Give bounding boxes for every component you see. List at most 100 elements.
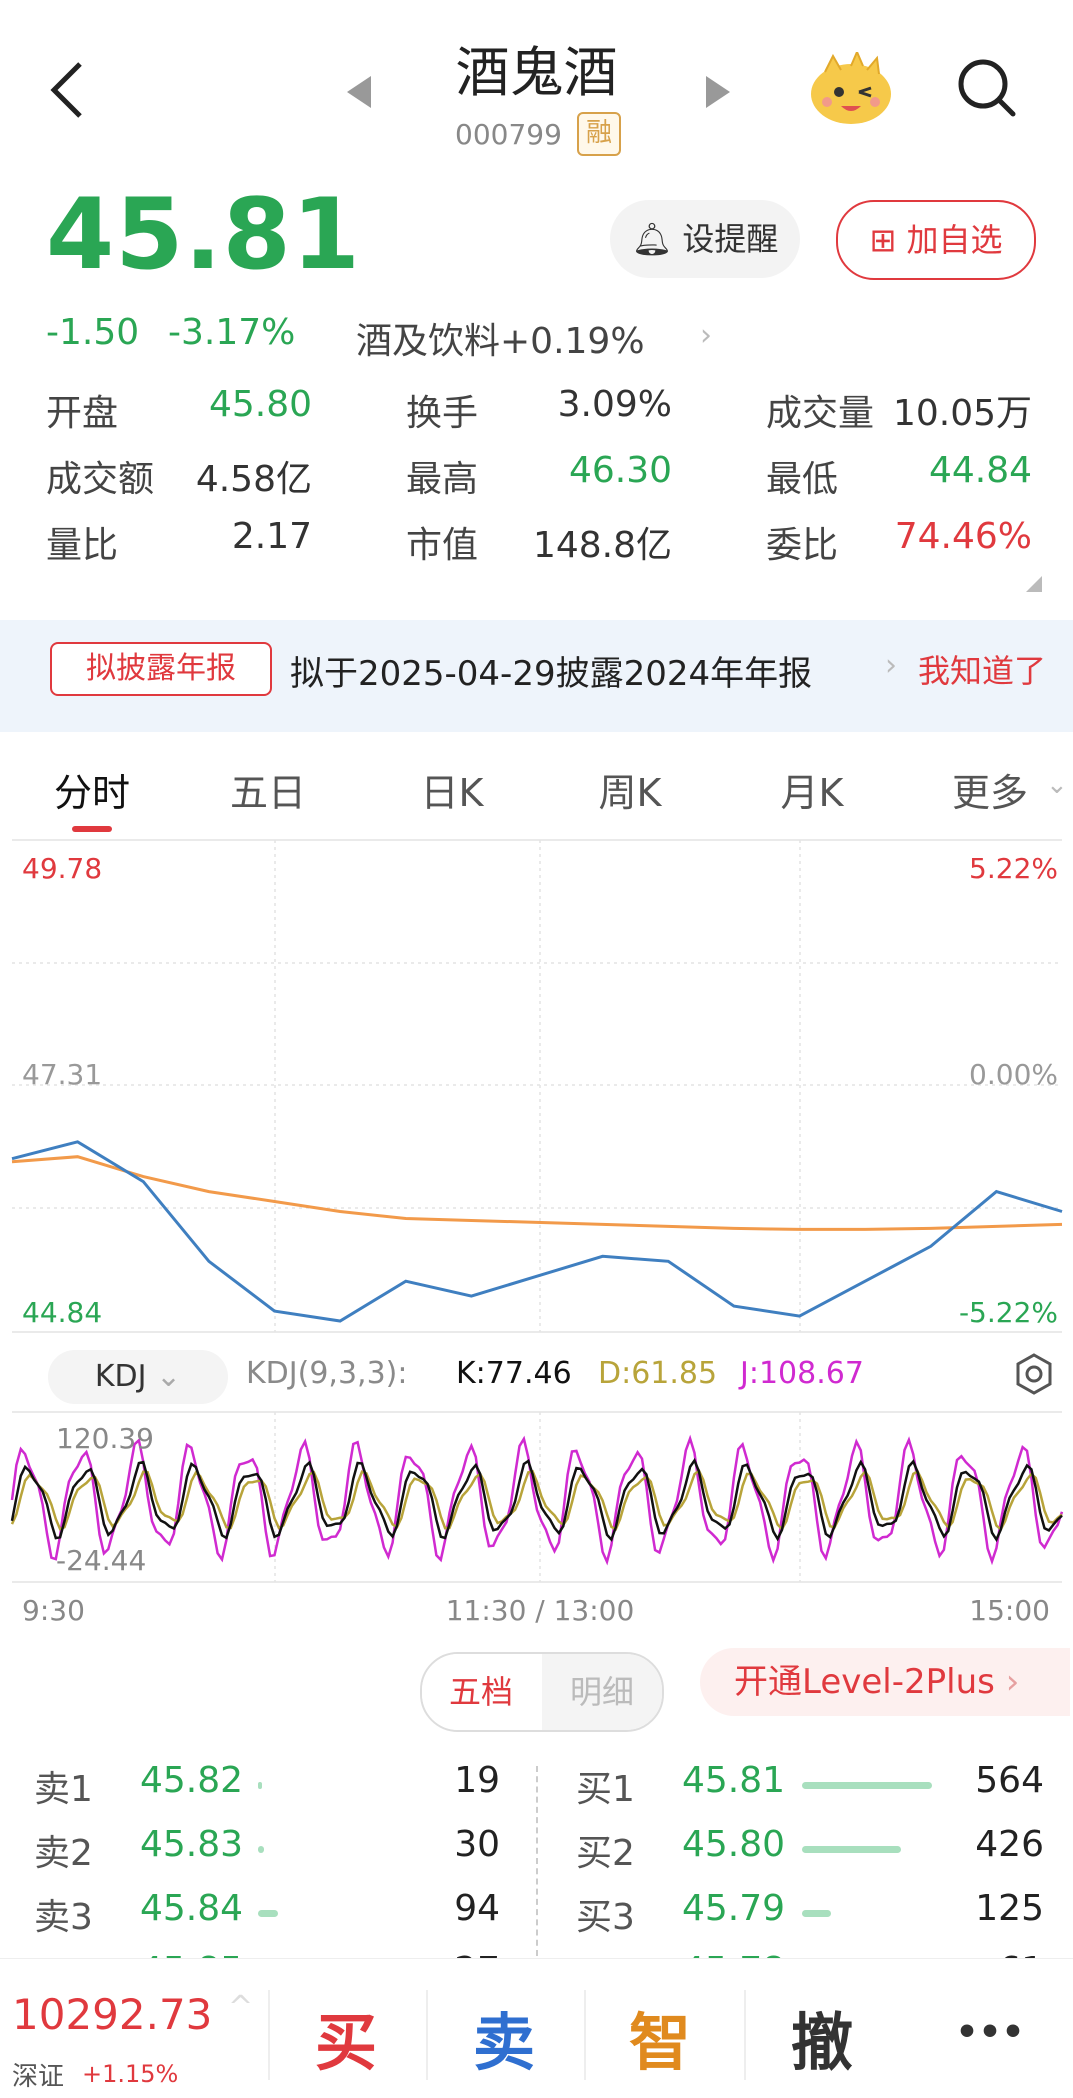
ask-price: 45.83 bbox=[140, 1824, 244, 1865]
kdj-chart[interactable]: 120.39 -24.44 9:30 11:30 / 13:00 15:00 bbox=[0, 1410, 1073, 1640]
ask-volume: 30 bbox=[454, 1824, 500, 1865]
bid-price: 45.79 bbox=[682, 1888, 786, 1929]
bid-price: 45.81 bbox=[682, 1760, 786, 1801]
ask-volume-bar bbox=[258, 1846, 264, 1853]
industry-name: 酒及饮料 bbox=[356, 321, 501, 362]
stat-label: 成交额 bbox=[46, 459, 155, 500]
margin-badge: 融 bbox=[577, 112, 621, 156]
ask-price: 45.82 bbox=[140, 1760, 244, 1801]
time-axis-end: 15:00 bbox=[969, 1594, 1050, 1627]
bid-volume: 426 bbox=[975, 1824, 1044, 1865]
pct-axis-min: -5.22% bbox=[959, 1296, 1058, 1329]
stat-label: 成交量 bbox=[766, 393, 875, 434]
last-price: 45.81 bbox=[46, 178, 361, 292]
tab-weekly-k[interactable]: 周K bbox=[570, 762, 690, 817]
chevron-right-icon: › bbox=[1005, 1662, 1020, 1702]
tab-more[interactable]: 更多 bbox=[930, 762, 1050, 817]
tab-intraday[interactable]: 分时 bbox=[32, 762, 152, 817]
kdj-params: KDJ(9,3,3): bbox=[246, 1356, 408, 1391]
stat-value: 10.05万 bbox=[892, 393, 1032, 434]
level2-label: 开通Level-2Plus bbox=[734, 1662, 995, 1702]
bid-volume-bar bbox=[802, 1846, 901, 1853]
orderbook-tabs: 五档 明细 bbox=[420, 1652, 664, 1732]
tab-five-day[interactable]: 五日 bbox=[208, 762, 328, 817]
bid-level-label: 买3 bbox=[576, 1897, 635, 1938]
next-stock-icon[interactable] bbox=[706, 76, 730, 108]
stat-label: 市值 bbox=[406, 525, 479, 566]
average-price-line bbox=[11, 1155, 1063, 1231]
set-reminder-label: 设提醒 bbox=[682, 220, 779, 258]
price-change: -1.50 bbox=[46, 312, 140, 353]
tab-monthly-k[interactable]: 月K bbox=[752, 762, 872, 817]
smart-trade-button[interactable]: 智 bbox=[600, 1992, 720, 2082]
price-change-pct: -3.17% bbox=[168, 312, 296, 353]
index-name: 深证 bbox=[12, 2062, 65, 2092]
more-button[interactable]: ••• bbox=[930, 2012, 1050, 2053]
stat-value: 2.17 bbox=[231, 516, 312, 557]
add-watchlist-button[interactable]: ⊞ 加自选 bbox=[836, 200, 1036, 280]
time-axis-mid: 11:30 / 13:00 bbox=[446, 1594, 635, 1627]
kdj-d-line bbox=[10, 1468, 1063, 1532]
stat-label: 委比 bbox=[766, 525, 839, 566]
stat-value: 4.58亿 bbox=[195, 459, 312, 500]
industry-pct: +0.19% bbox=[500, 321, 645, 362]
separator bbox=[268, 1990, 270, 2080]
notice-tag: 拟披露年报 bbox=[50, 642, 272, 696]
chevron-down-icon: ⌄ bbox=[1046, 770, 1068, 800]
indicator-name: KDJ bbox=[94, 1359, 147, 1394]
mascot-icon[interactable] bbox=[805, 52, 897, 128]
pct-axis-max: 5.22% bbox=[969, 852, 1058, 885]
bid-volume: 564 bbox=[975, 1760, 1044, 1801]
chart-grid bbox=[12, 839, 1062, 1333]
cancel-order-button[interactable]: 撤 bbox=[762, 1992, 882, 2082]
expand-corner-icon[interactable] bbox=[1024, 574, 1044, 594]
index-change-pct: +1.15% bbox=[82, 2060, 179, 2088]
ask-price: 45.84 bbox=[140, 1888, 244, 1929]
intraday-chart[interactable]: 49.78 47.31 44.84 5.22% 0.00% -5.22% bbox=[0, 838, 1073, 1338]
bid-price: 45.80 bbox=[682, 1824, 786, 1865]
stat-label: 开盘 bbox=[46, 393, 119, 434]
stat-value: 3.09% bbox=[557, 384, 672, 425]
pct-axis-mid: 0.00% bbox=[969, 1058, 1058, 1091]
industry-link[interactable]: 酒及饮料+0.19% bbox=[356, 312, 645, 364]
set-reminder-button[interactable]: 🔔︎ 设提醒 bbox=[610, 200, 800, 278]
stat-value: 44.84 bbox=[928, 450, 1032, 491]
dismiss-notice-button[interactable]: 我知道了 bbox=[918, 646, 1046, 692]
ask-level-label: 卖2 bbox=[34, 1833, 93, 1874]
bid-level-label: 买1 bbox=[576, 1769, 635, 1810]
tab-daily-k[interactable]: 日K bbox=[392, 762, 512, 817]
tab-trade-detail[interactable]: 明细 bbox=[542, 1654, 662, 1730]
stat-value: 45.80 bbox=[208, 384, 312, 425]
sell-button[interactable]: 卖 bbox=[444, 1992, 564, 2082]
buy-button[interactable]: 买 bbox=[286, 1992, 406, 2082]
stat-value: 74.46% bbox=[894, 516, 1032, 557]
ask-volume-bar bbox=[258, 1782, 262, 1789]
y-axis-min: 44.84 bbox=[22, 1296, 102, 1329]
stat-label: 量比 bbox=[46, 525, 119, 566]
bid-volume: 125 bbox=[975, 1888, 1044, 1929]
indicator-selector[interactable]: KDJ ⌄ bbox=[48, 1350, 228, 1404]
plus-square-icon: ⊞ bbox=[869, 221, 897, 259]
ask-level-label: 卖3 bbox=[34, 1897, 93, 1938]
stock-code: 000799 bbox=[455, 118, 562, 151]
notice-text[interactable]: 拟于2025-04-29披露2024年年报 bbox=[290, 646, 812, 695]
stat-label: 最低 bbox=[766, 459, 839, 500]
time-axis-start: 9:30 bbox=[22, 1594, 85, 1627]
chevron-right-icon: › bbox=[885, 648, 897, 683]
kdj-axis-max: 120.39 bbox=[56, 1422, 154, 1455]
add-watchlist-label: 加自选 bbox=[906, 221, 1003, 259]
stat-value: 46.30 bbox=[568, 450, 672, 491]
tab-five-levels[interactable]: 五档 bbox=[422, 1654, 540, 1730]
stat-value: 148.8亿 bbox=[532, 525, 672, 566]
bid-volume-bar bbox=[802, 1910, 831, 1917]
chevron-down-icon: ⌄ bbox=[156, 1359, 182, 1394]
ask-volume: 94 bbox=[454, 1888, 500, 1929]
bell-icon: 🔔︎ bbox=[631, 220, 673, 258]
index-value[interactable]: 10292.73 bbox=[12, 1990, 212, 2039]
gear-icon[interactable] bbox=[1012, 1352, 1056, 1396]
y-axis-mid: 47.31 bbox=[22, 1058, 102, 1091]
stat-label: 最高 bbox=[406, 459, 479, 500]
level2-upgrade-button[interactable]: 开通Level-2Plus › bbox=[700, 1648, 1070, 1716]
search-icon[interactable] bbox=[955, 56, 1019, 120]
stat-label: 换手 bbox=[406, 393, 479, 434]
